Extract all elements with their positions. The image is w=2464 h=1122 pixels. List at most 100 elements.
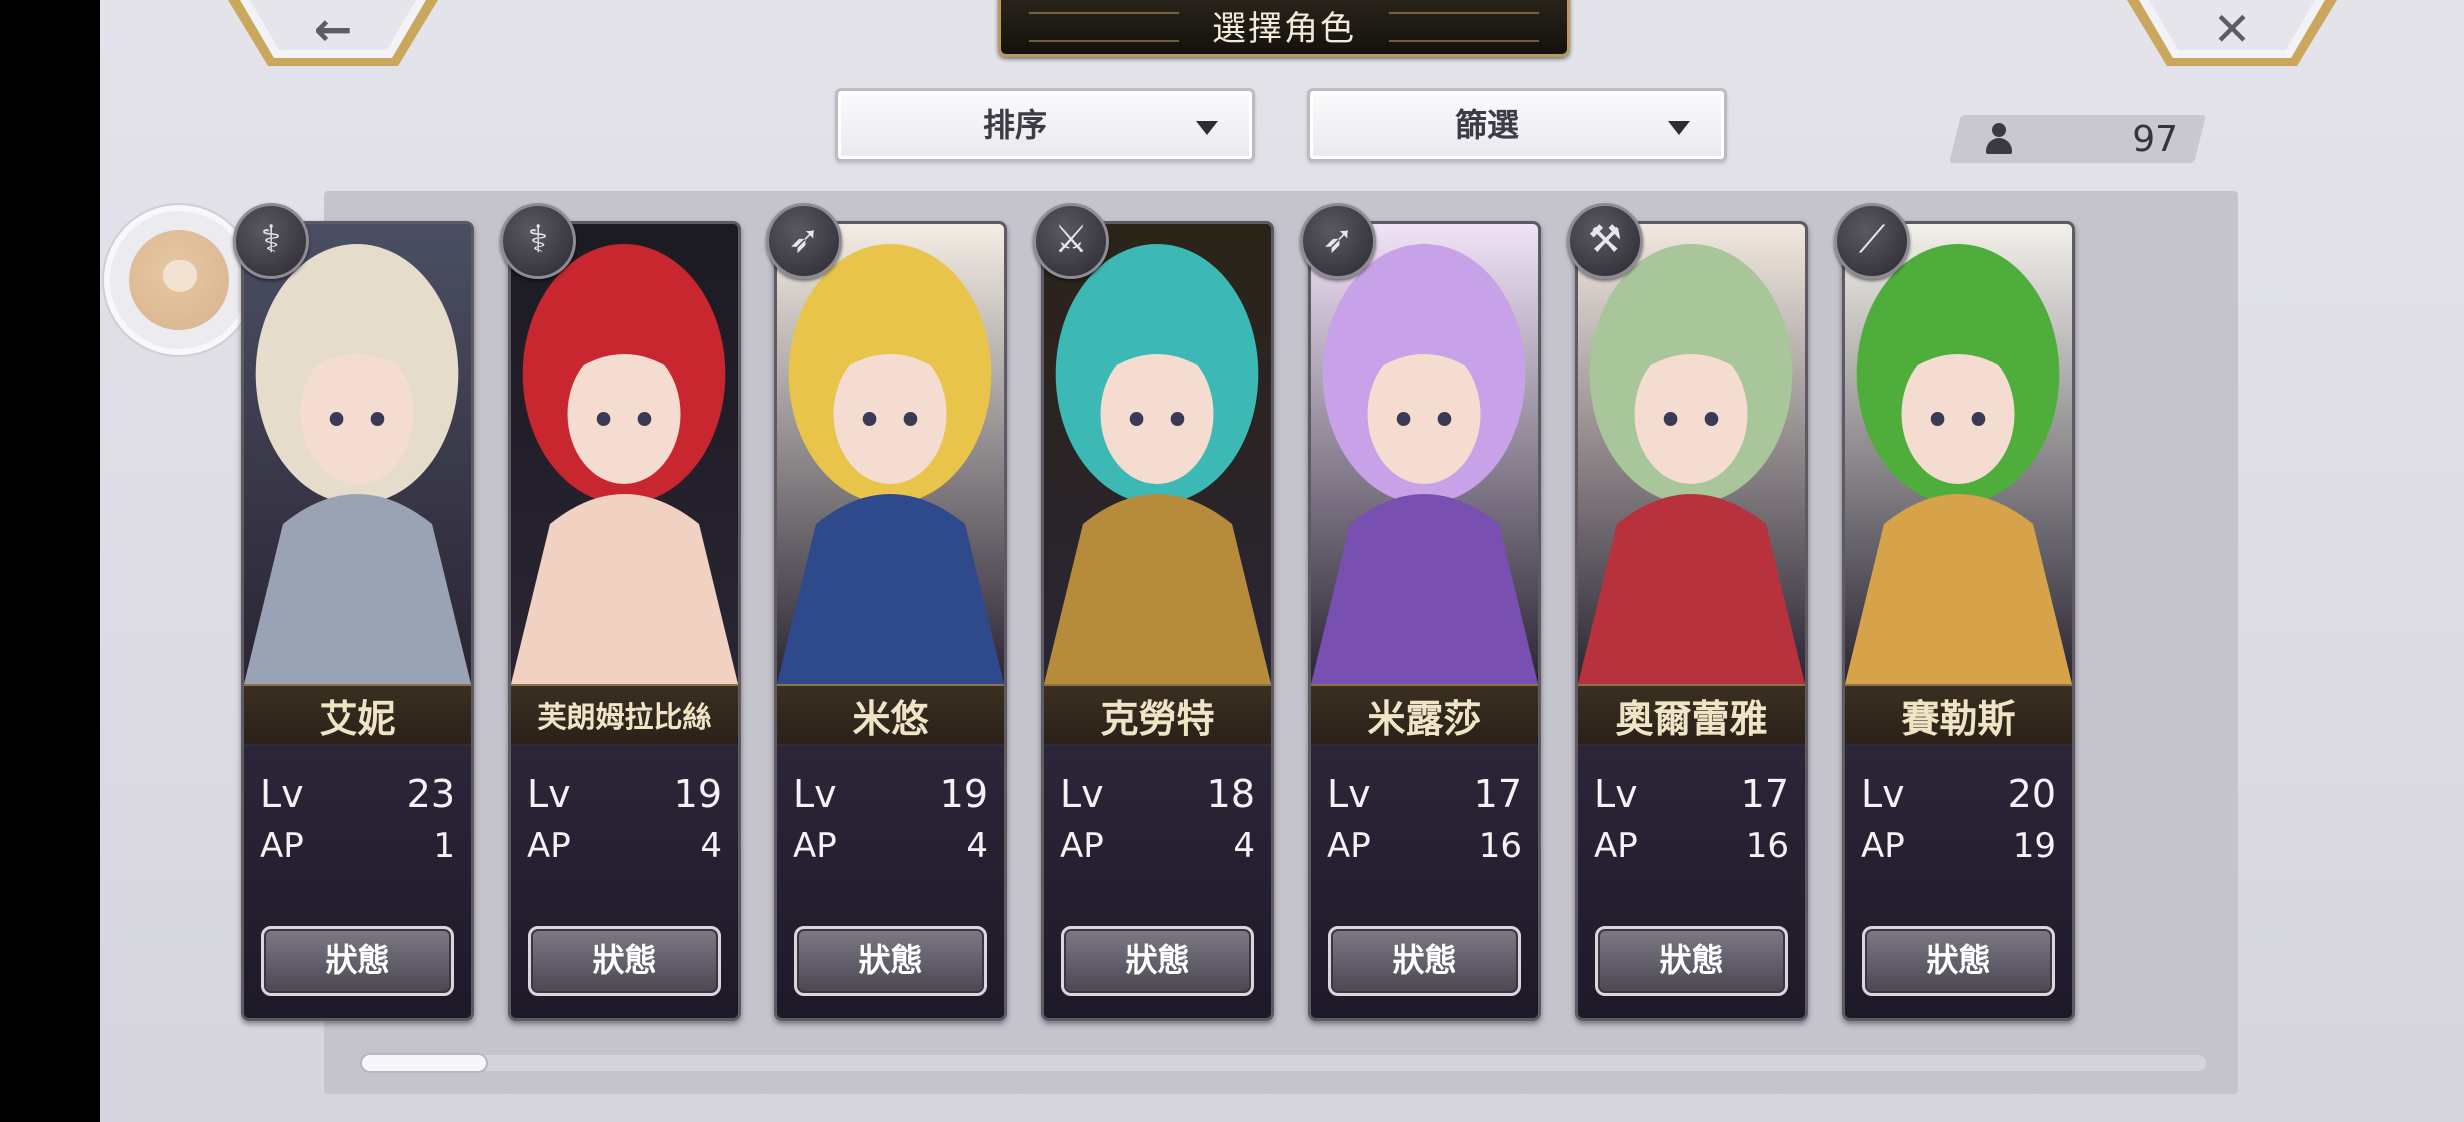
character-card[interactable]: 芙朗姆拉比絲 Lv 19 AP 4 狀態 <box>508 221 741 1021</box>
sword-icon: ⚔ <box>1033 203 1109 279</box>
chevron-down-icon <box>1196 121 1218 135</box>
level-label: Lv <box>260 772 304 816</box>
character-portrait <box>777 224 1004 684</box>
level-label: Lv <box>527 772 571 816</box>
status-button[interactable]: 狀態 <box>528 926 721 996</box>
status-button[interactable]: 狀態 <box>261 926 454 996</box>
character-stats: Lv 18 AP 4 狀態 <box>1044 744 1271 1018</box>
ap-value: 16 <box>1745 826 1789 866</box>
character-stats: Lv 19 AP 4 狀態 <box>511 744 738 1018</box>
character-card[interactable]: 奧爾蕾雅 Lv 17 AP 16 狀態 <box>1575 221 1808 1021</box>
character-portrait <box>1044 224 1271 684</box>
side-avatar-button[interactable] <box>104 205 254 355</box>
back-arrow-icon: ← <box>313 2 353 56</box>
staff-icon: ⚕ <box>233 203 309 279</box>
katana-icon: ⟋ <box>1834 203 1910 279</box>
ap-label: AP <box>793 826 837 866</box>
level-row: Lv 18 <box>1060 772 1255 822</box>
axe-icon: ⚒ <box>1567 203 1643 279</box>
game-screen: ← 選擇角色 ✕ 排序 篩選 97 艾妮 Lv 23 AP 1 狀態 ⚕ 芙朗姆… <box>100 0 2464 1122</box>
ap-row: AP 4 <box>793 826 988 876</box>
character-stats: Lv 19 AP 4 狀態 <box>777 744 1004 1018</box>
status-button[interactable]: 狀態 <box>1595 926 1788 996</box>
title-plaque: 選擇角色 <box>998 0 1570 57</box>
character-stats: Lv 17 AP 16 狀態 <box>1578 744 1805 1018</box>
character-card[interactable]: 米露莎 Lv 17 AP 16 狀態 <box>1308 221 1541 1021</box>
character-list-panel: 艾妮 Lv 23 AP 1 狀態 ⚕ 芙朗姆拉比絲 Lv 19 AP 4 狀態 … <box>233 191 2238 1094</box>
character-card[interactable]: 艾妮 Lv 23 AP 1 狀態 <box>241 221 474 1021</box>
character-name-band: 賽勒斯 <box>1845 684 2072 746</box>
ap-value: 16 <box>1478 826 1522 866</box>
character-portrait <box>1578 224 1805 684</box>
level-value: 19 <box>939 772 988 816</box>
back-button[interactable]: ← <box>228 0 438 70</box>
level-label: Lv <box>793 772 837 816</box>
title-ornament-right <box>1389 12 1539 42</box>
character-name: 克勞特 <box>1100 695 1215 741</box>
page-title: 選擇角色 <box>1212 8 1356 49</box>
ap-label: AP <box>1060 826 1104 866</box>
ap-label: AP <box>1594 826 1638 866</box>
spear-icon: ➶ <box>1300 203 1376 279</box>
level-label: Lv <box>1060 772 1104 816</box>
character-card[interactable]: 米悠 Lv 19 AP 4 狀態 <box>774 221 1007 1021</box>
level-row: Lv 17 <box>1327 772 1522 822</box>
ap-label: AP <box>260 826 304 866</box>
character-name-band: 奧爾蕾雅 <box>1578 684 1805 746</box>
ap-label: AP <box>527 826 571 866</box>
status-button[interactable]: 狀態 <box>794 926 987 996</box>
level-row: Lv 17 <box>1594 772 1789 822</box>
character-portrait <box>511 224 738 684</box>
level-value: 18 <box>1206 772 1255 816</box>
character-card[interactable]: 克勞特 Lv 18 AP 4 狀態 <box>1041 221 1274 1021</box>
character-name: 艾妮 <box>319 695 396 741</box>
tomato-icon <box>129 230 229 330</box>
chevron-down-icon <box>1668 121 1690 135</box>
ap-row: AP 16 <box>1594 826 1789 876</box>
character-name-band: 克勞特 <box>1044 684 1271 746</box>
character-name: 奧爾蕾雅 <box>1615 695 1768 741</box>
filter-dropdown[interactable]: 篩選 <box>1307 88 1727 162</box>
ap-value: 4 <box>966 826 988 866</box>
character-portrait <box>244 224 471 684</box>
level-row: Lv 19 <box>793 772 988 822</box>
character-count: 97 <box>2132 119 2178 160</box>
character-stats: Lv 17 AP 16 狀態 <box>1311 744 1538 1018</box>
scrollbar-thumb[interactable] <box>362 1055 486 1071</box>
character-portrait <box>1311 224 1538 684</box>
level-value: 20 <box>2007 772 2056 816</box>
character-name-band: 米悠 <box>777 684 1004 746</box>
level-row: Lv 23 <box>260 772 455 822</box>
character-name: 米悠 <box>852 695 929 741</box>
filter-label: 篩選 <box>1454 106 1519 144</box>
close-icon: ✕ <box>2212 2 2252 56</box>
ap-row: AP 4 <box>1060 826 1255 876</box>
level-label: Lv <box>1594 772 1638 816</box>
ap-value: 1 <box>433 826 455 866</box>
level-row: Lv 19 <box>527 772 722 822</box>
character-stats: Lv 23 AP 1 狀態 <box>244 744 471 1018</box>
level-value: 17 <box>1473 772 1522 816</box>
character-name-band: 芙朗姆拉比絲 <box>511 684 738 746</box>
ap-value: 4 <box>1233 826 1255 866</box>
sort-dropdown[interactable]: 排序 <box>835 88 1255 162</box>
character-name: 芙朗姆拉比絲 <box>537 700 712 734</box>
level-value: 23 <box>406 772 455 816</box>
status-button[interactable]: 狀態 <box>1328 926 1521 996</box>
character-name: 米露莎 <box>1367 695 1482 741</box>
close-button[interactable]: ✕ <box>2127 0 2337 70</box>
level-value: 19 <box>673 772 722 816</box>
level-value: 17 <box>1740 772 1789 816</box>
character-stats: Lv 20 AP 19 狀態 <box>1845 744 2072 1018</box>
ap-value: 19 <box>2012 826 2056 866</box>
level-label: Lv <box>1861 772 1905 816</box>
character-portrait <box>1845 224 2072 684</box>
status-button[interactable]: 狀態 <box>1862 926 2055 996</box>
level-label: Lv <box>1327 772 1371 816</box>
horizontal-scrollbar[interactable] <box>362 1055 2206 1071</box>
ap-row: AP 16 <box>1327 826 1522 876</box>
title-ornament-left <box>1029 12 1179 42</box>
character-card[interactable]: 賽勒斯 Lv 20 AP 19 狀態 <box>1842 221 2075 1021</box>
ap-row: AP 4 <box>527 826 722 876</box>
status-button[interactable]: 狀態 <box>1061 926 1254 996</box>
